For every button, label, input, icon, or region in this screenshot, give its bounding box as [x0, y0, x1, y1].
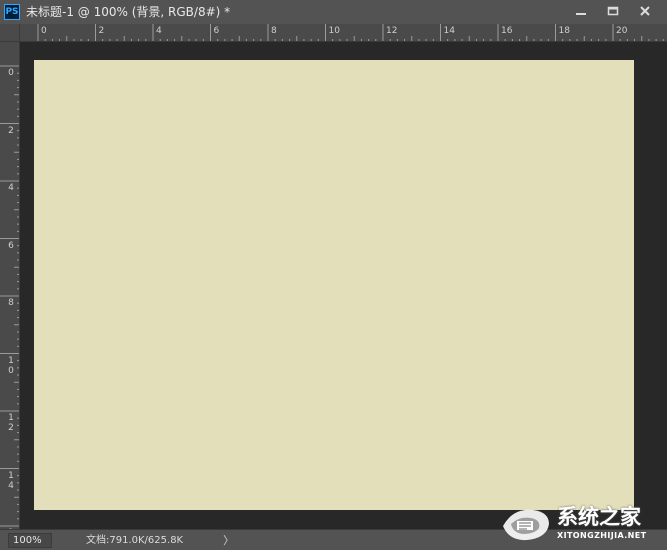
document-title[interactable]: 未标题-1 @ 100% (背景, RGB/8#) * — [26, 0, 230, 24]
ruler-label: 4 — [8, 183, 14, 193]
close-button[interactable] — [629, 0, 661, 22]
document-canvas[interactable] — [34, 60, 634, 510]
ruler-label: 8 — [8, 298, 14, 308]
ruler-label: 2 — [98, 26, 105, 36]
vertical-ruler[interactable]: 024681 01 21 41 — [0, 42, 20, 529]
ruler-label: 0 — [8, 68, 14, 78]
zoom-level-field[interactable]: 100% — [8, 532, 52, 548]
photoshop-app-icon: PS — [4, 4, 20, 20]
ruler-label: 12 — [386, 26, 398, 36]
ruler-label: 6 — [213, 26, 220, 36]
ruler-label: 6 — [8, 240, 14, 251]
pasteboard[interactable] — [20, 42, 667, 529]
horizontal-ruler[interactable]: 0 2 4 6 8 10 12 14 16 18 20 — [20, 24, 667, 42]
minimize-button[interactable] — [565, 0, 597, 22]
ruler-label: 10 — [328, 26, 340, 36]
ruler-origin[interactable] — [0, 24, 20, 42]
ruler-label: 8 — [271, 26, 277, 36]
ruler-label: 0 — [41, 26, 47, 36]
watermark-logo-icon — [503, 509, 549, 541]
maximize-button[interactable] — [597, 0, 629, 22]
close-icon — [640, 6, 650, 16]
watermark-subtext: XITONGZHIJIA.NET — [557, 531, 647, 540]
maximize-icon — [607, 6, 619, 16]
ruler-label: 14 — [443, 26, 455, 36]
document-size-info: 文档:791.0K/625.8K — [86, 534, 184, 546]
ruler-label: 20 — [616, 26, 628, 36]
document-tab-bar: PS 未标题-1 @ 100% (背景, RGB/8#) * — [0, 0, 667, 24]
minimize-icon — [576, 13, 586, 15]
ruler-label: 2 — [8, 125, 14, 136]
ruler-label: 4 — [156, 26, 162, 36]
ruler-label: 1 4 — [8, 470, 14, 491]
window-controls — [565, 0, 661, 24]
ruler-label: 18 — [558, 26, 570, 36]
ruler-label: 16 — [501, 26, 513, 36]
status-menu-arrow-icon[interactable]: 〉 — [223, 530, 234, 550]
ruler-label: 1 2 — [8, 413, 14, 433]
watermark-text: 系统之家 — [557, 505, 641, 529]
site-watermark: 系统之家 XITONGZHIJIA.NET — [499, 502, 659, 546]
ruler-label: 1 0 — [8, 355, 14, 376]
